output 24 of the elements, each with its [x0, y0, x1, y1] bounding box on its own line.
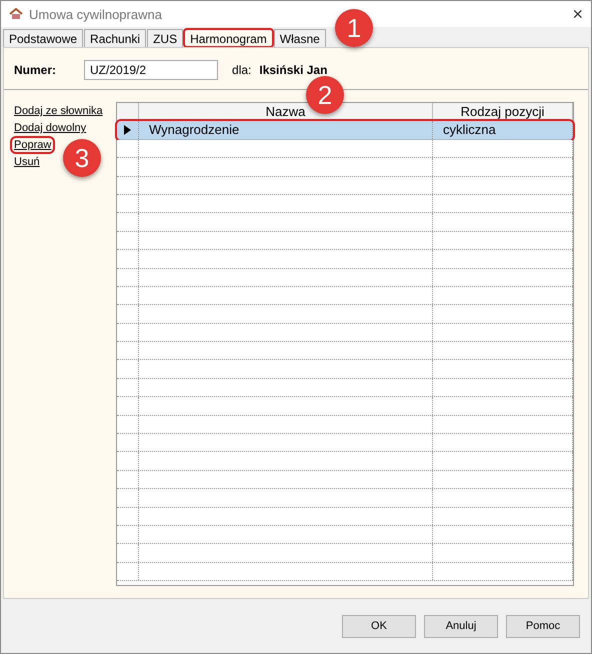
action-link[interactable]: Dodaj ze słownika	[12, 104, 105, 118]
action-link[interactable]: Dodaj dowolny	[12, 121, 88, 135]
tab[interactable]: ZUS	[147, 29, 184, 47]
number-label: Numer:	[14, 62, 56, 76]
app-logo-icon	[9, 8, 23, 20]
action-link[interactable]: Popraw	[12, 138, 54, 152]
table-row[interactable]: Wynagrodzenie cykliczna	[117, 121, 573, 140]
window-title: Umowa cywilnoprawna	[29, 6, 163, 22]
table-cell: cykliczna	[433, 121, 573, 140]
contractor-name: Iksiński Jan	[259, 62, 328, 76]
dialog-button[interactable]: Pomoc	[506, 614, 580, 638]
row-pointer-icon	[124, 125, 131, 136]
tab[interactable]: Rachunki	[84, 29, 146, 47]
dialog-button[interactable]: OK	[342, 614, 416, 638]
step-number-badge: 1	[335, 9, 373, 47]
number-field[interactable]: UZ/2019/2	[84, 60, 218, 80]
tab[interactable]: Własne	[274, 29, 326, 47]
tab[interactable]: Harmonogram	[184, 29, 273, 47]
close-icon[interactable]: ×	[572, 4, 583, 24]
for-label: dla:	[232, 62, 252, 76]
tab[interactable]: Podstawowe	[3, 29, 84, 47]
action-link[interactable]: Usuń	[12, 155, 42, 169]
dialog-button[interactable]: Anuluj	[424, 614, 498, 638]
table-cell: Wynagrodzenie	[139, 121, 433, 140]
